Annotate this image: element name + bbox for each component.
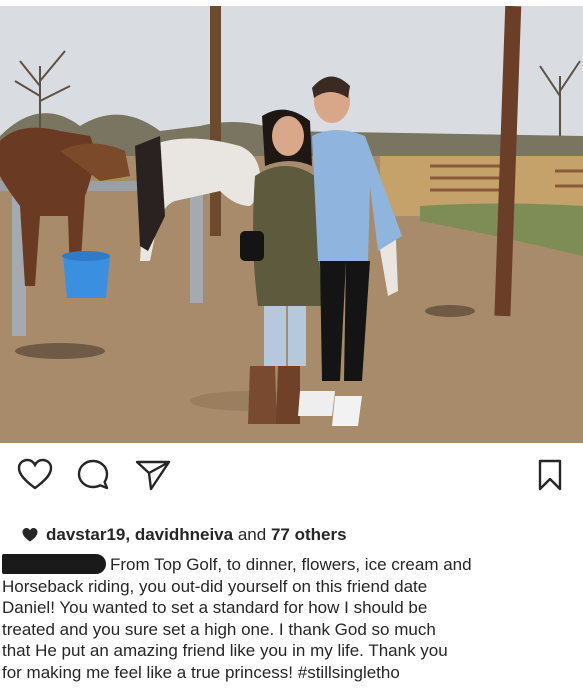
caption-line-4: treated and you sure set a high one. I t… <box>2 619 436 639</box>
heart-outline-icon[interactable] <box>17 458 53 497</box>
bookmark-icon[interactable] <box>537 458 563 497</box>
redacted-username <box>2 554 106 574</box>
liked-by-connector: and <box>237 525 267 544</box>
liked-by-others[interactable]: 77 others <box>271 525 347 545</box>
post-action-bar <box>0 450 583 500</box>
photo-scene <box>0 6 583 443</box>
caption-line-3: Daniel! You wanted to set a standard for… <box>2 598 428 618</box>
paper-plane-icon[interactable] <box>135 458 171 497</box>
caption-line-5: that He put an amazing friend like you i… <box>2 641 448 661</box>
caption-line-2: Horseback riding, you out-did yourself o… <box>2 576 428 596</box>
heart-filled-icon <box>22 528 38 542</box>
caption-text-6: for making me feel like a true princess! <box>2 662 294 682</box>
comment-bubble-icon[interactable] <box>76 458 110 497</box>
caption-text-1: From Top Golf, to dinner, flowers, ice c… <box>110 555 472 574</box>
likes-summary[interactable]: davstar19, davidhneiva and 77 others <box>22 525 347 545</box>
caption-line-1: From Top Golf, to dinner, flowers, ice c… <box>2 554 568 576</box>
caption-line-6: for making me feel like a true princess!… <box>2 662 568 684</box>
post-photo[interactable] <box>0 6 583 443</box>
caption-hashtag[interactable]: #stillsingletho <box>298 663 400 682</box>
post-caption: From Top Golf, to dinner, flowers, ice c… <box>0 554 568 684</box>
liked-by-usernames[interactable]: davstar19, davidhneiva <box>46 525 233 545</box>
